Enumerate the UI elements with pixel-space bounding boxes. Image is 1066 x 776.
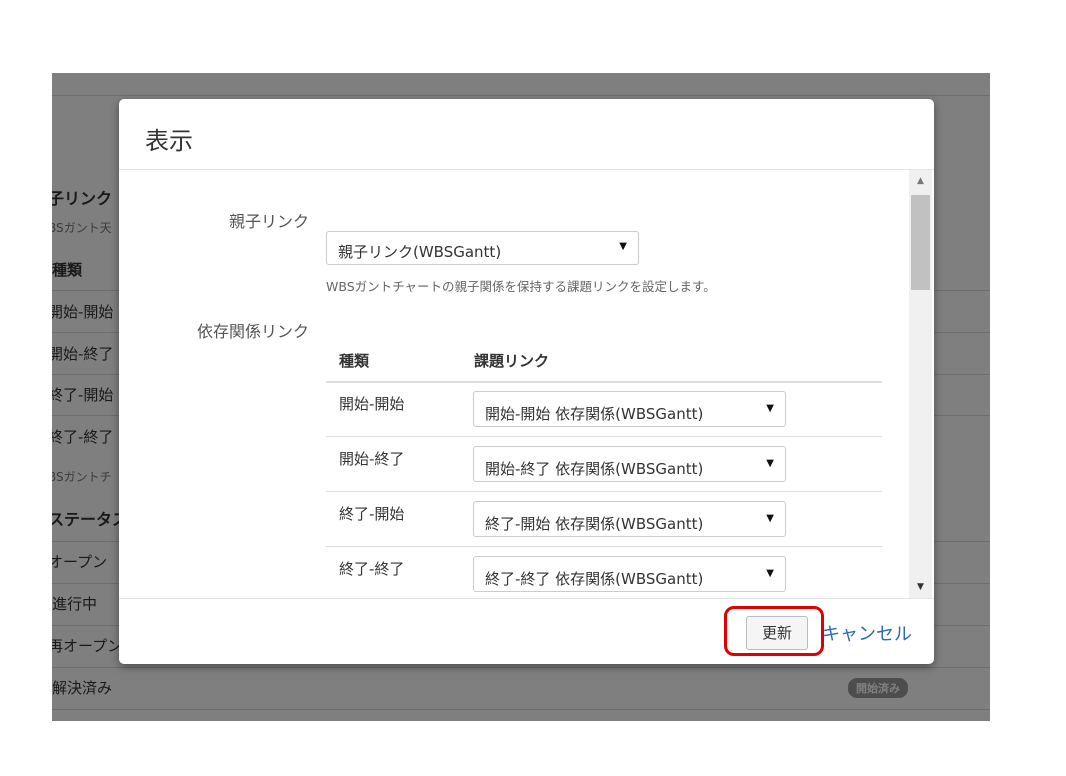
link-select-value: 終了-開始 依存関係(WBSGantt) — [485, 515, 704, 533]
parent-link-help: WBSガントチャートの親子関係を保持する課題リンクを設定します。 — [326, 279, 716, 294]
cancel-link[interactable]: キャンセル — [822, 620, 912, 646]
table-header-type: 種類 — [339, 352, 370, 370]
scroll-thumb[interactable] — [911, 195, 930, 290]
dropdown-arrow-icon: ▼ — [619, 241, 627, 252]
table-row-divider — [326, 491, 882, 492]
modal-title: 表示 — [145, 127, 193, 155]
parent-link-label: 親子リンク — [228, 212, 309, 231]
modal-scrollbar[interactable]: ▲ ▼ — [909, 170, 932, 598]
parent-link-select[interactable]: 親子リンク(WBSGantt) ▼ — [326, 231, 639, 265]
dropdown-arrow-icon: ▼ — [766, 458, 774, 469]
row-type: 終了-終了 — [339, 560, 405, 578]
link-select-start-start[interactable]: 開始-開始 依存関係(WBSGantt) ▼ — [473, 391, 786, 427]
link-select-end-end[interactable]: 終了-終了 依存関係(WBSGantt) ▼ — [473, 556, 786, 592]
link-select-value: 開始-終了 依存関係(WBSGantt) — [485, 460, 704, 478]
link-select-end-start[interactable]: 終了-開始 依存関係(WBSGantt) ▼ — [473, 501, 786, 537]
modal-footer: 更新 キャンセル — [119, 598, 934, 665]
link-select-value: 終了-終了 依存関係(WBSGantt) — [485, 570, 704, 588]
scroll-up-arrow-icon[interactable]: ▲ — [909, 172, 932, 190]
table-header-link: 課題リンク — [474, 352, 550, 370]
scroll-down-arrow-icon[interactable]: ▼ — [909, 578, 932, 596]
row-type: 終了-開始 — [339, 505, 405, 523]
highlight-annotation — [724, 606, 824, 656]
modal-header: 表示 — [119, 99, 934, 170]
row-type: 開始-終了 — [339, 450, 405, 468]
dropdown-arrow-icon: ▼ — [766, 403, 774, 414]
settings-modal: 表示 親子リンク 親子リンク(WBSGantt) ▼ WBSガントチャートの親子… — [119, 99, 934, 664]
dependency-link-label: 依存関係リンク — [196, 322, 309, 341]
link-select-value: 開始-開始 依存関係(WBSGantt) — [485, 405, 704, 423]
dropdown-arrow-icon: ▼ — [766, 568, 774, 579]
modal-body[interactable]: 親子リンク 親子リンク(WBSGantt) ▼ WBSガントチャートの親子関係を… — [119, 170, 909, 598]
dropdown-arrow-icon: ▼ — [766, 513, 774, 524]
table-row-divider — [326, 546, 882, 547]
link-select-start-end[interactable]: 開始-終了 依存関係(WBSGantt) ▼ — [473, 446, 786, 482]
table-row-divider — [326, 436, 882, 437]
row-type: 開始-開始 — [339, 395, 405, 413]
parent-link-select-value: 親子リンク(WBSGantt) — [338, 243, 502, 261]
table-header-divider — [326, 381, 882, 383]
